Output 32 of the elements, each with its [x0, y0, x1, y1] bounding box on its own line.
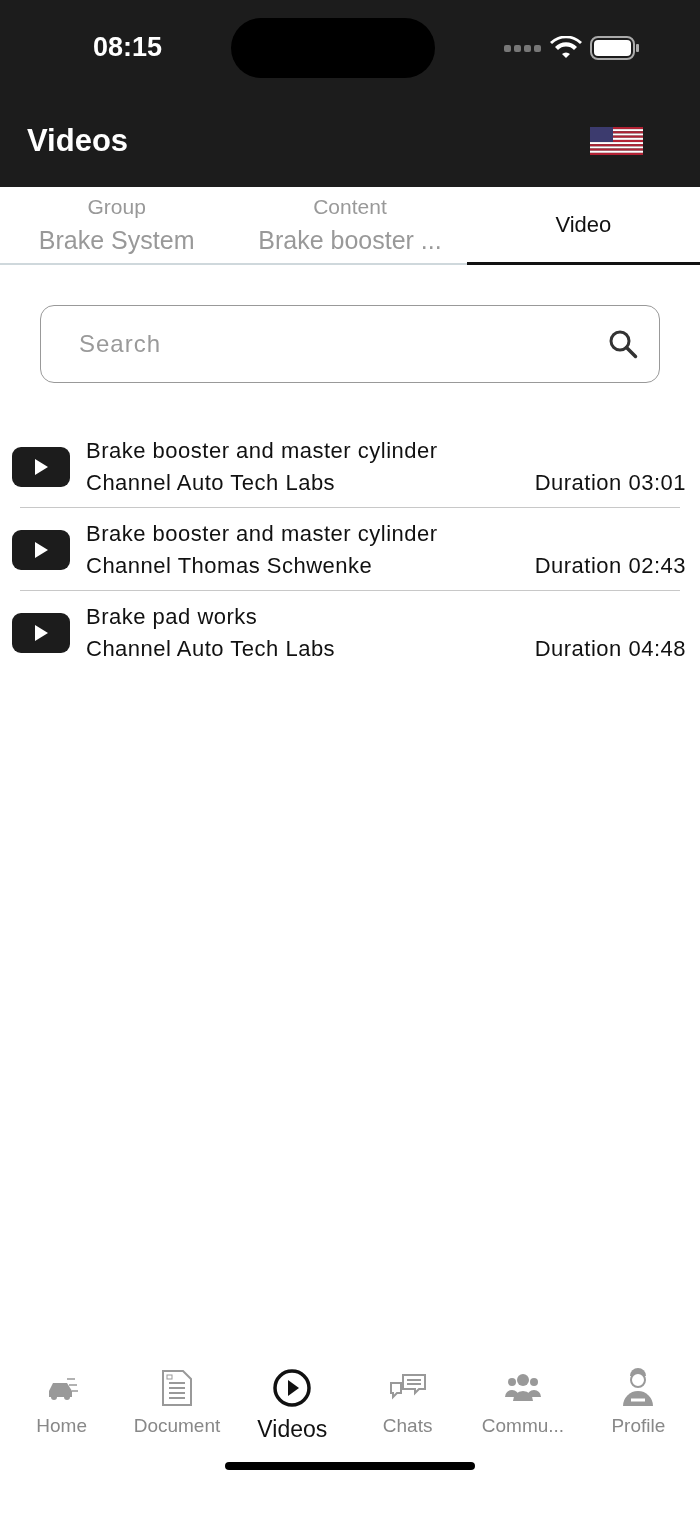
nav-tab[interactable]: Commu... [465, 1367, 581, 1462]
nav-tab[interactable]: Document [119, 1367, 235, 1462]
play-video-icon[interactable] [12, 613, 70, 653]
video-title[interactable]: Brake booster and master cylinder [86, 518, 686, 550]
nav-tab[interactable]: Chats [350, 1367, 466, 1462]
channel-name: Channel Auto Tech Labs [86, 635, 336, 663]
signal-icon [504, 43, 542, 52]
us-flag-icon[interactable] [590, 127, 643, 155]
tab[interactable]: Content Brake booster ... [233, 187, 467, 263]
search-field[interactable]: Search [40, 305, 660, 383]
nav-tab[interactable]: Videos [234, 1367, 350, 1462]
channel-name: Channel Thomas Schwenke [86, 552, 373, 580]
status-time: 08:15 [93, 31, 163, 65]
search-icon[interactable] [608, 329, 638, 359]
tab[interactable]: Group Brake System [0, 187, 234, 263]
wifi-icon [550, 35, 582, 60]
channel-name: Channel Auto Tech Labs [86, 469, 336, 497]
tab[interactable]: Video [466, 187, 700, 265]
page-title: Videos [27, 121, 129, 160]
play-video-icon[interactable] [12, 447, 70, 487]
video-duration: Duration 04:48 [534, 635, 686, 663]
video-title[interactable]: Brake booster and master cylinder [86, 435, 686, 467]
nav-tab[interactable]: Home [4, 1367, 120, 1462]
mechanic-icon[interactable] [621, 1368, 656, 1408]
nav-tab[interactable]: Profile [580, 1367, 696, 1462]
video-title[interactable]: Brake pad works [86, 601, 686, 633]
video-duration: Duration 02:43 [534, 552, 686, 580]
document-icon[interactable] [161, 1368, 193, 1408]
battery-icon [590, 35, 640, 60]
play-circle-icon[interactable] [272, 1368, 313, 1408]
video-duration: Duration 03:01 [534, 469, 686, 497]
play-video-icon[interactable] [12, 530, 70, 570]
